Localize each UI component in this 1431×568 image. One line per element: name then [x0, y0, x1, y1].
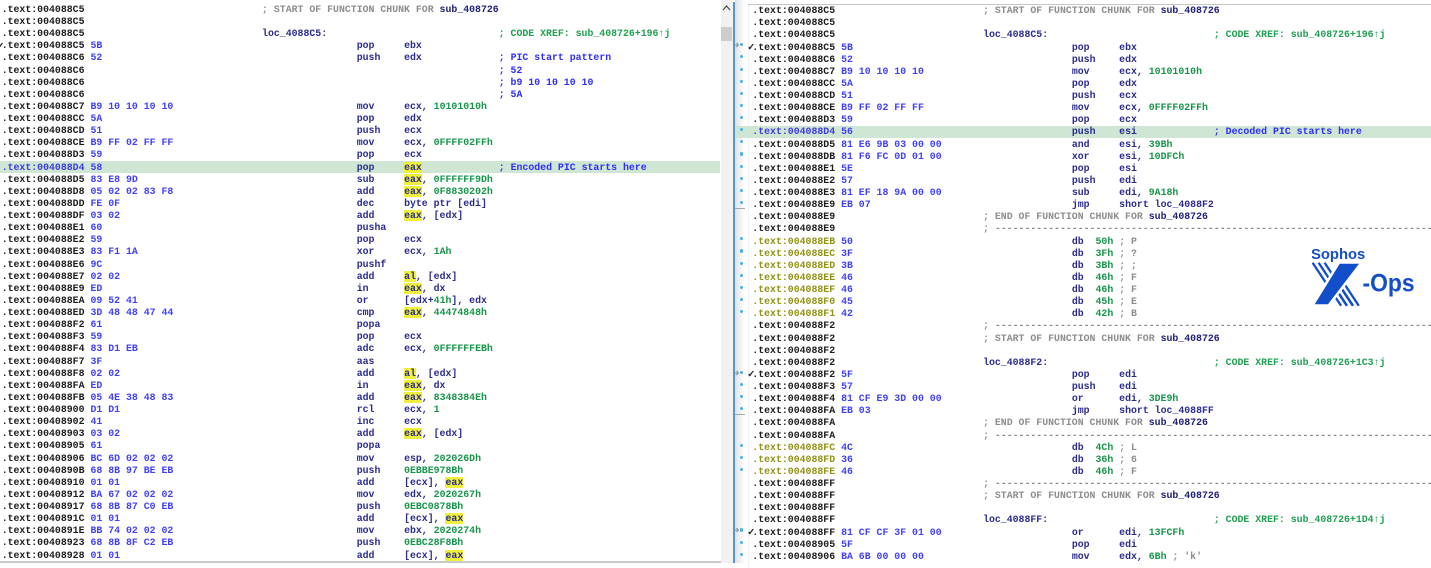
svg-text:-Ops: -Ops — [1363, 270, 1415, 298]
svg-text:Sophos: Sophos — [1312, 247, 1365, 263]
